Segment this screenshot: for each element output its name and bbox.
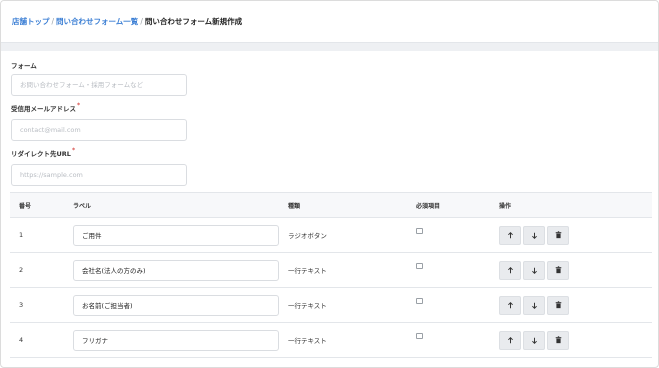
delete-button[interactable] xyxy=(547,295,569,315)
header-label: ラベル xyxy=(73,202,92,210)
row-number: 4 xyxy=(19,336,24,344)
arrow-up-icon xyxy=(507,336,513,343)
form-name-label: フォーム xyxy=(11,60,37,70)
header-required: 必須項目 xyxy=(416,202,441,210)
arrow-down-icon xyxy=(531,337,537,344)
row-label-input[interactable] xyxy=(73,329,279,351)
required-checkbox[interactable] xyxy=(416,228,423,234)
row-actions xyxy=(499,323,569,357)
breadcrumb-current-page: 問い合わせフォーム新規作成 xyxy=(144,17,243,26)
row-label-cell xyxy=(73,253,279,287)
move-up-button[interactable] xyxy=(499,295,521,315)
move-up-button[interactable] xyxy=(499,225,521,245)
row-label-cell xyxy=(73,288,279,322)
breadcrumb-form-list-link[interactable]: 問い合わせフォーム一覧 xyxy=(56,16,138,27)
trash-icon xyxy=(555,266,561,274)
move-down-button[interactable] xyxy=(523,295,545,315)
row-number: 1 xyxy=(19,231,24,239)
move-down-button[interactable] xyxy=(523,225,545,245)
row-required-cell xyxy=(416,253,423,287)
table-row: 2 一行テキスト xyxy=(10,253,652,288)
arrow-up-icon xyxy=(507,266,513,273)
header-actions: 操作 xyxy=(499,202,512,210)
row-required-cell xyxy=(416,288,423,322)
row-actions xyxy=(499,218,569,252)
row-label-cell xyxy=(73,218,279,252)
header-type: 種類 xyxy=(288,202,301,210)
breadcrumb-separator: / xyxy=(140,17,143,26)
table-row: 3 一行テキスト xyxy=(10,288,652,323)
redirect-url-label: リダイレクト先URL * xyxy=(11,147,76,159)
header-number: 番号 xyxy=(19,202,32,210)
required-mark: * xyxy=(71,147,76,154)
trash-icon xyxy=(555,336,561,344)
row-type: 一行テキスト xyxy=(288,267,327,275)
row-label-input[interactable] xyxy=(73,259,279,281)
row-type: ラジオボタン xyxy=(288,232,327,240)
required-checkbox[interactable] xyxy=(416,263,423,269)
move-up-button[interactable] xyxy=(499,260,521,280)
page-header: 店舗トップ / 問い合わせフォーム一覧 / 問い合わせフォーム新規作成 xyxy=(1,1,658,43)
arrow-up-icon xyxy=(507,301,513,308)
page-frame: 店舗トップ / 問い合わせフォーム一覧 / 問い合わせフォーム新規作成 フォーム… xyxy=(0,0,659,368)
row-required-cell xyxy=(416,323,423,357)
header-divider xyxy=(1,43,658,51)
arrow-down-icon xyxy=(531,302,537,309)
row-type: 一行テキスト xyxy=(288,302,327,310)
move-up-button[interactable] xyxy=(499,330,521,350)
table-row: 4 一行テキスト xyxy=(10,323,652,358)
redirect-url-input[interactable] xyxy=(11,164,187,186)
row-label-input[interactable] xyxy=(73,294,279,316)
required-mark: * xyxy=(77,102,81,109)
trash-icon xyxy=(555,301,561,309)
delete-button[interactable] xyxy=(547,330,569,350)
table-row: 1 ラジオボタン xyxy=(10,218,652,253)
form-name-input[interactable] xyxy=(11,74,187,96)
move-down-button[interactable] xyxy=(523,330,545,350)
row-label-input[interactable] xyxy=(73,224,279,246)
delete-button[interactable] xyxy=(547,260,569,280)
row-actions xyxy=(499,253,569,287)
required-checkbox[interactable] xyxy=(416,333,423,339)
required-checkbox[interactable] xyxy=(416,298,423,304)
arrow-down-icon xyxy=(531,232,537,239)
delete-button[interactable] xyxy=(547,225,569,245)
row-number: 3 xyxy=(19,301,24,309)
email-label-text: 受信用メールアドレス xyxy=(11,105,76,113)
trash-icon xyxy=(555,231,561,239)
redirect-url-label-text: リダイレクト先URL xyxy=(11,150,71,158)
row-label-cell xyxy=(73,323,279,357)
form-name-label-text: フォーム xyxy=(11,62,37,70)
arrow-up-icon xyxy=(507,231,513,238)
fields-table: 番号 ラベル 種類 必須項目 操作 1 ラジオボタン 2 一行テキスト xyxy=(10,192,652,358)
arrow-down-icon xyxy=(531,267,537,274)
row-required-cell xyxy=(416,218,423,252)
row-actions xyxy=(499,288,569,322)
row-number: 2 xyxy=(19,266,24,274)
email-input[interactable] xyxy=(11,119,187,141)
breadcrumb-home-link[interactable]: 店舗トップ xyxy=(12,16,50,27)
table-header-row: 番号 ラベル 種類 必須項目 操作 xyxy=(10,193,652,218)
row-type: 一行テキスト xyxy=(288,337,327,345)
breadcrumb-separator: / xyxy=(51,17,55,26)
email-label: 受信用メールアドレス * xyxy=(11,102,81,114)
breadcrumb: 店舗トップ / 問い合わせフォーム一覧 / 問い合わせフォーム新規作成 xyxy=(12,16,242,27)
move-down-button[interactable] xyxy=(523,260,545,280)
